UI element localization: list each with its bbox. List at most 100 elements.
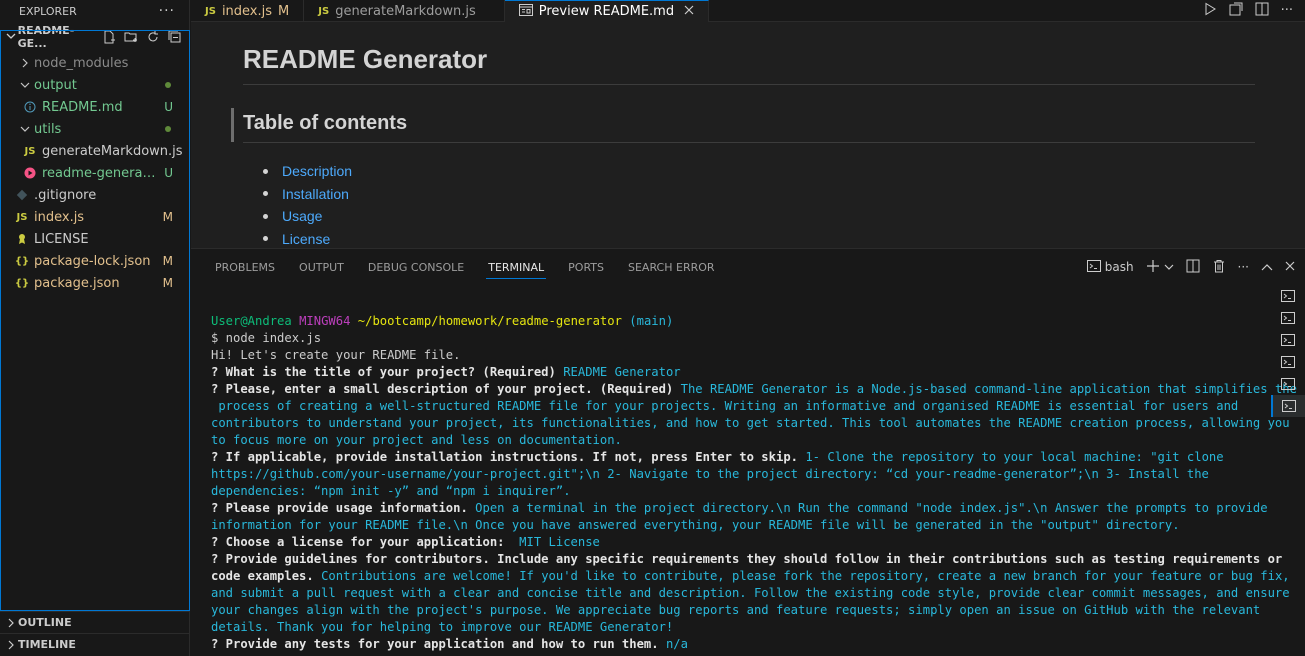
- terminal-line: ? What is the title of your project? (Re…: [211, 364, 1261, 381]
- tab-output[interactable]: OUTPUT: [287, 249, 356, 285]
- terminal-instance[interactable]: [1271, 351, 1305, 373]
- bullet: [263, 168, 268, 174]
- terminal-line: process of creating a well-structured RE…: [211, 399, 1239, 413]
- tab-label: index.js: [221, 3, 273, 19]
- tree-item-readme-generator-video[interactable]: readme-generator... U: [0, 162, 189, 184]
- outline-section-header[interactable]: OUTLINE: [0, 611, 190, 633]
- terminal-line: ? Provide any tests for your application…: [211, 636, 1261, 653]
- chevron-down-icon[interactable]: [1164, 260, 1174, 274]
- git-icon: [14, 189, 30, 201]
- toc-list: Description Installation Usage License: [263, 160, 352, 248]
- json-file-icon: {}: [14, 277, 30, 289]
- git-status-badge: U: [164, 100, 173, 114]
- close-panel-icon[interactable]: [1285, 260, 1295, 274]
- tree-item-license[interactable]: LICENSE: [0, 228, 189, 250]
- tab-generate-markdown[interactable]: JS generateMarkdown.js: [304, 0, 505, 22]
- toc-link-description[interactable]: Description: [282, 163, 352, 179]
- tree-item-output[interactable]: output: [0, 74, 189, 96]
- terminal-icon: [1281, 356, 1295, 368]
- toc-link-license[interactable]: License: [282, 231, 330, 247]
- terminal-line: ? Choose a license for your application:…: [211, 534, 1261, 551]
- new-terminal-icon[interactable]: [1146, 259, 1160, 276]
- terminal-icon: [1281, 334, 1295, 346]
- git-status-badge: M: [162, 254, 173, 268]
- terminal-instance[interactable]: [1271, 307, 1305, 329]
- timeline-section-header[interactable]: TIMELINE: [0, 633, 190, 655]
- git-status-dot: [165, 126, 171, 132]
- split-editor-icon[interactable]: [1255, 2, 1269, 20]
- chevron-right-icon: [4, 640, 18, 650]
- tree-item-label: package.json: [34, 275, 120, 291]
- terminal-line: Hi! Let's create your README file.: [211, 348, 461, 362]
- new-file-icon[interactable]: [101, 29, 117, 45]
- tab-search-error[interactable]: SEARCH ERROR: [616, 249, 727, 285]
- prompt-user: User@Andrea: [211, 314, 292, 328]
- tree-item-label: generateMarkdown.js: [42, 143, 183, 159]
- terminal-icon: [1281, 312, 1295, 324]
- terminal-line: details. Thank you for helping to improv…: [211, 620, 674, 634]
- terminal-instance[interactable]: [1271, 373, 1305, 395]
- prompt-question: ? Choose a license for your application:: [211, 535, 505, 549]
- terminal-instance[interactable]: [1271, 285, 1305, 307]
- folder-header[interactable]: README-GE...: [0, 22, 189, 52]
- maximize-panel-icon[interactable]: [1261, 260, 1273, 274]
- terminal-icon: [1281, 290, 1295, 302]
- prompt-answer: Contributions are welcome! If you'd like…: [321, 569, 1290, 583]
- js-file-icon: JS: [205, 5, 216, 17]
- tree-item-index-js[interactable]: JS index.js M: [0, 206, 189, 228]
- more-actions-icon[interactable]: ···: [1238, 260, 1249, 274]
- chevron-down-icon[interactable]: [4, 31, 18, 44]
- editor-actions: ···: [1203, 0, 1305, 21]
- terminal-line: your changes align with the project's pu…: [211, 603, 1261, 617]
- tree-item-package-json[interactable]: {} package.json M: [0, 272, 189, 294]
- prompt-branch: (main): [629, 314, 674, 328]
- timeline-label: TIMELINE: [18, 638, 76, 651]
- prompt-answer: Open a terminal in the project directory…: [475, 501, 1268, 515]
- info-icon: [22, 101, 38, 113]
- terminal-instance-list: [1271, 285, 1305, 417]
- tree-item-node-modules[interactable]: node_modules: [0, 52, 189, 74]
- tree-item-package-lock[interactable]: {} package-lock.json M: [0, 250, 189, 272]
- tree-item-utils[interactable]: utils: [0, 118, 189, 140]
- terminal-line: code examples. Contributions are welcome…: [211, 568, 1290, 585]
- open-source-icon[interactable]: [1229, 2, 1243, 20]
- terminal-line: ? If applicable, provide installation in…: [211, 449, 1261, 466]
- chevron-down-icon: [18, 81, 32, 89]
- tree-item-label: index.js: [34, 209, 85, 225]
- more-actions-icon[interactable]: ···: [1281, 3, 1293, 18]
- terminal-shell-selector[interactable]: bash: [1086, 259, 1134, 276]
- prompt-path: ~/bootcamp/homework/readme-generator: [357, 314, 622, 328]
- bullet: [263, 213, 268, 219]
- tree-item-label: .gitignore: [34, 187, 97, 203]
- tab-index-js[interactable]: JS index.js M: [191, 0, 305, 22]
- terminal-output[interactable]: User@Andrea MINGW64 ~/bootcamp/homework/…: [211, 313, 1297, 653]
- file-tree: node_modules output README.md U utils JS…: [0, 52, 189, 294]
- tree-item-gitignore[interactable]: .gitignore: [0, 184, 189, 206]
- tree-item-label: package-lock.json: [34, 253, 151, 269]
- terminal-instance[interactable]: [1271, 329, 1305, 351]
- tab-preview-readme[interactable]: Preview README.md: [504, 0, 710, 22]
- refresh-icon[interactable]: [145, 29, 161, 45]
- tree-item-readme[interactable]: README.md U: [0, 96, 189, 118]
- more-actions-icon[interactable]: ···: [159, 3, 175, 19]
- tab-terminal[interactable]: TERMINAL: [476, 249, 556, 285]
- trash-icon[interactable]: [1212, 259, 1226, 276]
- tree-item-generate-markdown[interactable]: JS generateMarkdown.js: [0, 140, 189, 162]
- close-icon[interactable]: [684, 4, 694, 19]
- tab-ports[interactable]: PORTS: [556, 249, 616, 285]
- tab-problems[interactable]: PROBLEMS: [203, 249, 287, 285]
- terminal-instance-active[interactable]: [1271, 395, 1305, 417]
- tab-debug-console[interactable]: DEBUG CONSOLE: [356, 249, 476, 285]
- new-folder-icon[interactable]: [123, 29, 139, 45]
- toc-item: License: [263, 228, 352, 249]
- toc-link-installation[interactable]: Installation: [282, 186, 349, 202]
- prompt-answer: n/a: [665, 637, 688, 651]
- prompt-question: ? What is the title of your project? (Re…: [211, 365, 556, 379]
- collapse-all-icon[interactable]: [167, 29, 183, 45]
- panel-tab-bar: PROBLEMS OUTPUT DEBUG CONSOLE TERMINAL P…: [191, 249, 1305, 285]
- toc-link-usage[interactable]: Usage: [282, 208, 322, 224]
- terminal-line: and submit a pull request with a clear a…: [211, 586, 1290, 600]
- run-icon[interactable]: [1203, 2, 1217, 20]
- toc-item: Installation: [263, 183, 352, 206]
- split-terminal-icon[interactable]: [1186, 259, 1200, 276]
